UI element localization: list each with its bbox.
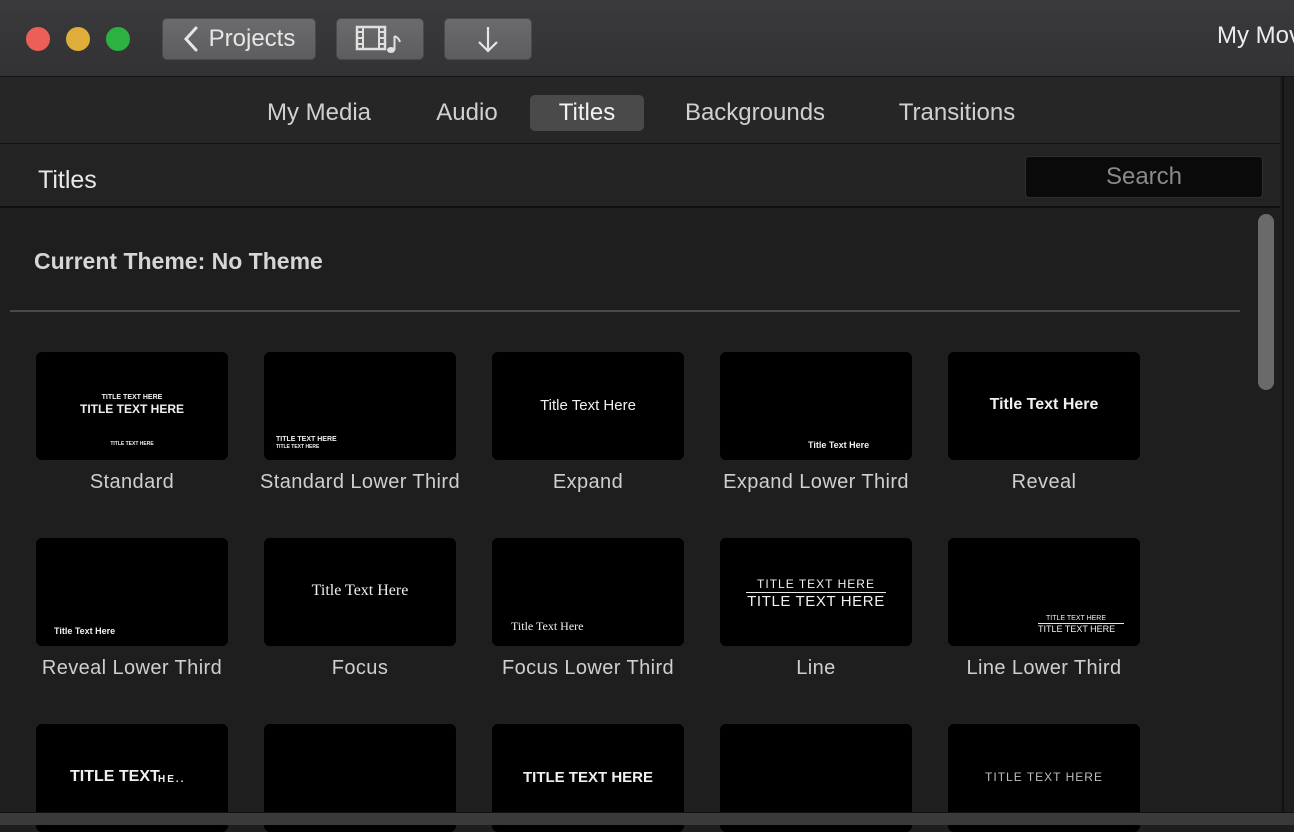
tile-label: Expand [552, 471, 624, 493]
title-thumbnail[interactable]: Title Text Here [492, 352, 684, 460]
preview-text: TITLE TEXT HERE [276, 444, 320, 450]
tile-label: Standard [89, 471, 175, 493]
tile-label: Reveal Lower Third [41, 657, 223, 679]
current-theme-label: Current Theme: No Theme [34, 248, 323, 274]
preview-text: TITLE TEXT [70, 768, 160, 785]
tab-my-media[interactable]: My Media [252, 95, 386, 131]
section-title: Titles [38, 166, 97, 194]
preview-text: Title Text Here [54, 626, 116, 636]
tile-label: Reveal [1011, 471, 1077, 493]
title-thumbnail[interactable]: Title Text Here [264, 538, 456, 646]
media-library-button[interactable] [336, 18, 424, 60]
zoom-window-button[interactable] [106, 27, 130, 51]
preview-text: Title Text Here [540, 397, 636, 414]
preview-text: TITLE TEXT HERE [1046, 615, 1107, 622]
bottom-edge [0, 812, 1294, 825]
divider [10, 310, 1240, 312]
tab-titles[interactable]: Titles [530, 95, 644, 131]
title-thumbnail[interactable]: TITLE TEXT HERE TITLE TEXT HERE TITLE TE… [36, 352, 228, 460]
tab-backgrounds[interactable]: Backgrounds [668, 95, 842, 131]
preview-text: TITLE TEXT HERE [79, 402, 184, 416]
title-thumbnail[interactable]: TITLE TEXT HERE TITLE TEXT HERE [264, 352, 456, 460]
preview-text: TITLE TEXT HERE [522, 769, 653, 786]
projects-button[interactable]: Projects [162, 18, 316, 60]
preview-text: TITLE TEXT HERE [110, 441, 154, 447]
preview-text: TITLE TEXT HERE [1038, 624, 1116, 634]
preview-text: TITLE TEXT HERE [276, 436, 337, 443]
window-title: My Mov [1217, 22, 1294, 49]
title-thumbnail[interactable]: Title Text Here [720, 352, 912, 460]
projects-label: Projects [208, 25, 296, 52]
minimize-window-button[interactable] [66, 27, 90, 51]
preview-text: TITLE TEXT HERE [757, 577, 875, 591]
preview-text: Title Text Here [808, 440, 870, 450]
tile-label: Standard Lower Third [260, 471, 460, 493]
import-button[interactable] [444, 18, 532, 60]
search-input[interactable] [1025, 156, 1263, 198]
down-arrow-icon [478, 27, 498, 53]
title-thumbnail[interactable]: TITLE TEXT HERE TITLE TEXT HERE [948, 538, 1140, 646]
close-window-button[interactable] [26, 27, 50, 51]
title-thumbnail[interactable]: TITLE TEXT HERE TITLE TEXT HERE [720, 538, 912, 646]
preview-text: Title Text Here [311, 582, 409, 599]
browser-tabs: My Media Audio Titles Backgrounds Transi… [0, 77, 1280, 144]
tile-label: Focus [331, 657, 389, 679]
toolbar: Projects My Mov [0, 0, 1294, 77]
tile-label: Line [796, 657, 836, 679]
preview-text: TITLE TEXT HERE [747, 593, 885, 610]
tile-label: Focus Lower Third [501, 657, 675, 679]
title-thumbnail[interactable]: Title Text Here [492, 538, 684, 646]
tab-audio[interactable]: Audio [418, 95, 516, 131]
title-thumbnail[interactable]: Title Text Here [36, 538, 228, 646]
title-thumbnail[interactable]: Title Text Here [948, 352, 1140, 460]
window-edge [1282, 77, 1284, 817]
preview-text: Title Text Here [989, 396, 1099, 413]
film-music-icon [355, 25, 401, 53]
preview-text: TITLE TEXT HERE [985, 770, 1103, 784]
preview-text: HE.. [158, 774, 186, 785]
chevron-left-icon [183, 26, 198, 52]
tile-label: Line Lower Third [966, 657, 1122, 679]
preview-text: TITLE TEXT HERE [101, 394, 163, 401]
tab-transitions[interactable]: Transitions [880, 95, 1034, 131]
section-header: Titles [0, 144, 1280, 208]
preview-text: Title Text Here [511, 619, 584, 633]
tile-label: Expand Lower Third [723, 471, 909, 493]
vertical-scrollbar-thumb[interactable] [1258, 214, 1274, 390]
